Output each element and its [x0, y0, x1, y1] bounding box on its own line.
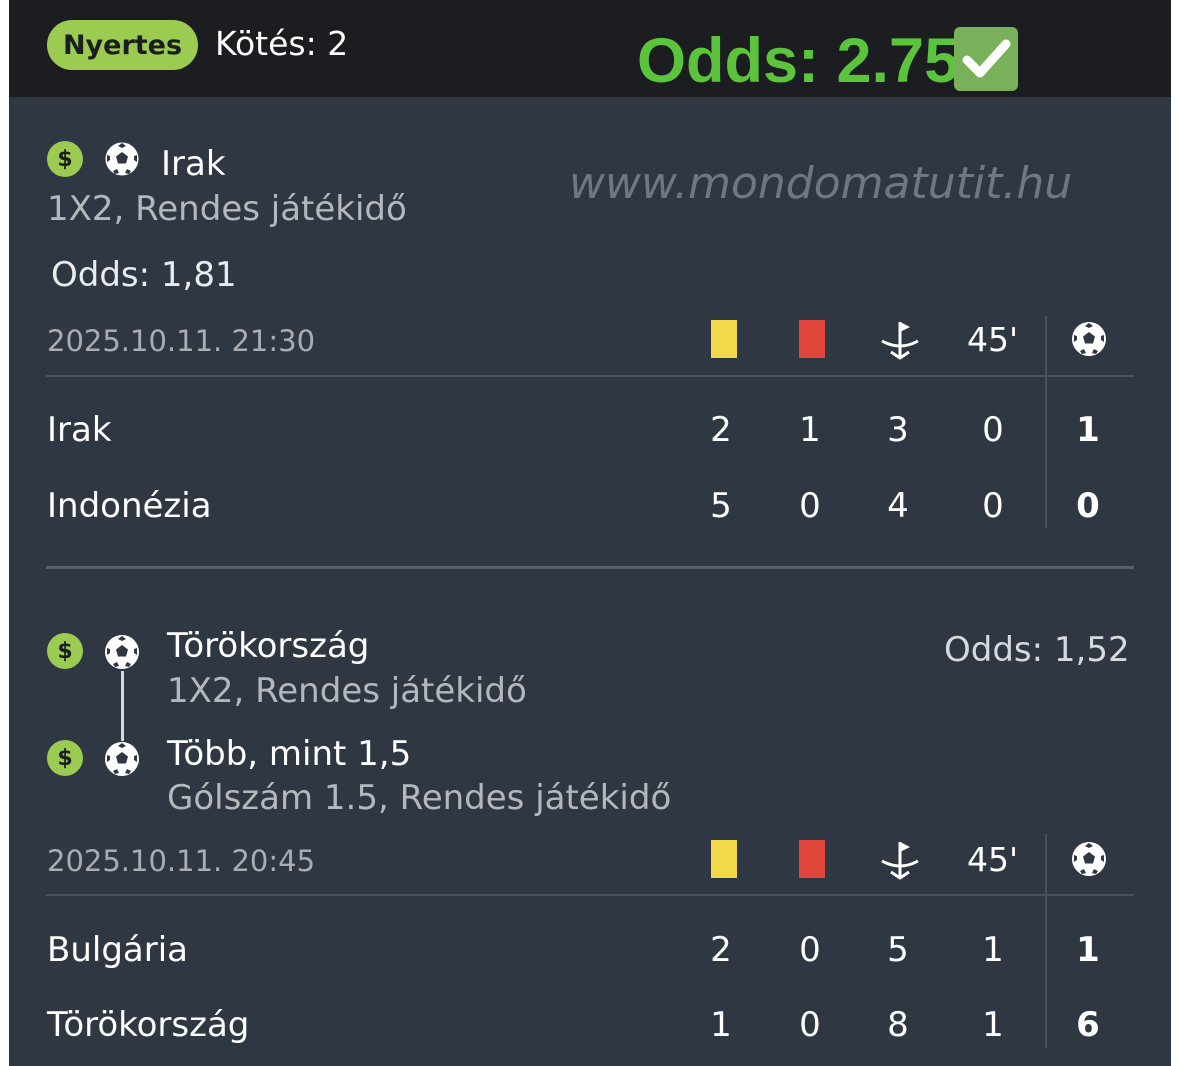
- stat-goals: 6: [1076, 1005, 1100, 1045]
- stat-halftime: 1: [982, 930, 1004, 970]
- selection-odds: Odds: 1,52: [944, 630, 1130, 670]
- corner-flag-icon: [881, 322, 919, 360]
- soccer-ball-icon: [1072, 842, 1106, 876]
- divider: [46, 894, 1134, 896]
- total-odds: Odds: 2.75: [637, 26, 960, 96]
- corner-flag-icon: [881, 842, 919, 880]
- stat-goals: 1: [1076, 930, 1100, 970]
- selection-market: 1X2, Rendes játékidő: [167, 671, 527, 711]
- team-name: Indonézia: [47, 486, 212, 526]
- red-card-icon: [799, 840, 825, 878]
- stat-goals: 1: [1076, 410, 1100, 450]
- stat-halftime: 0: [982, 486, 1004, 526]
- slip-header: Nyertes Kötés: 2 Odds: 2.75: [9, 0, 1171, 97]
- halftime-header: 45': [967, 840, 1019, 879]
- stat-corners: 5: [887, 930, 909, 970]
- column-divider: [1045, 834, 1047, 1048]
- selection-market: 1X2, Rendes játékidő: [47, 189, 407, 229]
- soccer-ball-icon: [105, 742, 139, 776]
- dollar-icon: $: [47, 141, 83, 177]
- bet-count: Kötés: 2: [215, 24, 349, 63]
- selection-market: Gólszám 1.5, Rendes játékidő: [167, 778, 672, 818]
- stat-red: 0: [799, 486, 821, 526]
- team-name: Bulgária: [47, 930, 188, 970]
- yellow-card-icon: [711, 840, 737, 878]
- stat-yellow: 2: [710, 930, 732, 970]
- status-badge: Nyertes: [47, 20, 198, 70]
- stat-halftime: 1: [982, 1005, 1004, 1045]
- stat-corners: 8: [887, 1005, 909, 1045]
- stat-red: 1: [799, 410, 821, 450]
- divider: [46, 375, 1134, 377]
- match-separator: [46, 566, 1134, 569]
- selection-odds: Odds: 1,81: [51, 255, 237, 295]
- stat-yellow: 5: [710, 486, 732, 526]
- selection-title: Több, mint 1,5: [167, 734, 412, 774]
- match-datetime: 2025.10.11. 21:30: [47, 324, 316, 358]
- selection-title: Irak: [161, 144, 226, 184]
- stat-corners: 4: [887, 486, 909, 526]
- soccer-ball-icon: [105, 635, 139, 669]
- stat-corners: 3: [887, 410, 909, 450]
- yellow-card-icon: [711, 320, 737, 358]
- stat-red: 0: [799, 1005, 821, 1045]
- soccer-ball-icon: [1072, 322, 1106, 356]
- red-card-icon: [799, 320, 825, 358]
- halftime-header: 45': [967, 320, 1019, 359]
- dollar-icon: $: [47, 740, 83, 776]
- team-name: Törökország: [47, 1005, 250, 1045]
- match-datetime: 2025.10.11. 20:45: [47, 844, 316, 878]
- stat-goals: 0: [1076, 486, 1100, 526]
- bet-slip-card: Nyertes Kötés: 2 Odds: 2.75 www.mondomat…: [9, 0, 1171, 1066]
- watermark: www.mondomatutit.hu: [569, 158, 1073, 209]
- stat-yellow: 2: [710, 410, 732, 450]
- check-icon: [954, 27, 1018, 91]
- dollar-icon: $: [47, 633, 83, 669]
- team-name: Irak: [47, 410, 112, 450]
- stat-halftime: 0: [982, 410, 1004, 450]
- column-divider: [1045, 316, 1047, 528]
- selection-connector: [121, 671, 124, 741]
- selection-title: Törökország: [167, 626, 370, 666]
- stat-red: 0: [799, 930, 821, 970]
- soccer-ball-icon: [104, 141, 140, 177]
- stat-yellow: 1: [710, 1005, 732, 1045]
